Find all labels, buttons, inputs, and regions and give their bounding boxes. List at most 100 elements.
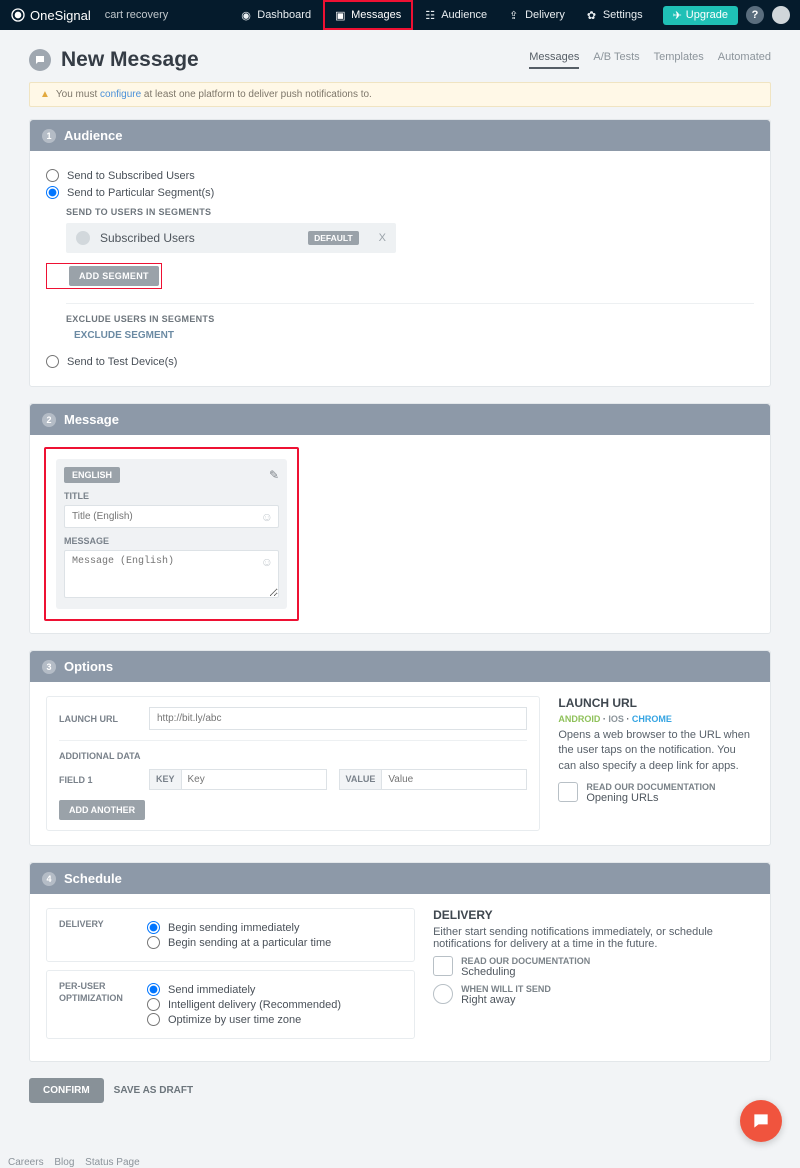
value-input[interactable] (382, 770, 526, 789)
key-input-group: KEY (149, 769, 327, 790)
confirm-button[interactable]: CONFIRM (29, 1078, 104, 1103)
nav-delivery[interactable]: ⇪Delivery (499, 0, 575, 30)
help-title: LAUNCH URL (558, 696, 754, 710)
doc-link-opening-urls[interactable]: Opening URLs (586, 792, 715, 804)
options-help: LAUNCH URL ANDROID · IOS · CHROME Opens … (558, 696, 754, 831)
segment-icon (76, 231, 90, 245)
per-user-label: PER-USER OPTIMIZATION (59, 981, 131, 1028)
subnav-tabs: Messages A/B Tests Templates Automated (529, 51, 771, 69)
document-icon (558, 782, 578, 802)
step-number: 4 (42, 872, 56, 886)
configure-link[interactable]: configure (100, 89, 141, 100)
doc-link-scheduling[interactable]: Scheduling (461, 966, 590, 978)
topbar: OneSignal cart recovery ◉Dashboard ▣Mess… (0, 0, 800, 30)
send-segments-label: SEND TO USERS IN SEGMENTS (66, 207, 754, 217)
launch-url-input[interactable] (149, 707, 527, 730)
options-form: LAUNCH URL ADDITIONAL DATA FIELD 1 KEY (46, 696, 540, 831)
brand-name: OneSignal (30, 8, 91, 23)
field-1-label: FIELD 1 (59, 775, 137, 785)
config-warning-alert: ▲ You must configure at least one platfo… (29, 82, 771, 107)
clock-icon (433, 984, 453, 1004)
add-another-button[interactable]: ADD ANOTHER (59, 800, 145, 820)
tab-automated[interactable]: Automated (718, 51, 771, 69)
title-input[interactable] (64, 505, 279, 528)
rocket-icon: ✈ (673, 9, 682, 22)
per-user-box: PER-USER OPTIMIZATION Send immediately I… (46, 970, 415, 1039)
options-panel: 3 Options LAUNCH URL ADDITIONAL DATA FIE… (29, 650, 771, 846)
step-number: 2 (42, 413, 56, 427)
language-badge[interactable]: ENGLISH (64, 467, 120, 483)
onesignal-icon (10, 7, 26, 23)
nav-messages[interactable]: ▣Messages (323, 0, 413, 30)
radio-subscribed-users[interactable]: Send to Subscribed Users (46, 169, 754, 182)
when-will-send-value: Right away (461, 994, 551, 1006)
chart-icon: ⇪ (509, 9, 521, 21)
document-icon (433, 956, 453, 976)
audience-panel: 1 Audience Send to Subscribed Users Send… (29, 119, 771, 387)
help-title: DELIVERY (433, 908, 754, 922)
nav-audience[interactable]: ☷Audience (415, 0, 497, 30)
schedule-panel: 4 Schedule DELIVERY Begin sending immedi… (29, 862, 771, 1062)
message-bubble-icon (29, 49, 51, 71)
message-label: MESSAGE (64, 536, 279, 546)
delivery-label: DELIVERY (59, 919, 131, 951)
radio-send-particular-time[interactable]: Begin sending at a particular time (147, 936, 402, 949)
exclude-segment-link[interactable]: EXCLUDE SEGMENT (74, 330, 754, 341)
emoji-icon[interactable]: ☺ (261, 510, 273, 524)
radio-send-immediately[interactable]: Begin sending immediately (147, 921, 402, 934)
page-header: New Message Messages A/B Tests Templates… (29, 40, 771, 82)
footer-status[interactable]: Status Page (85, 1157, 139, 1168)
key-input[interactable] (182, 770, 326, 789)
brand-logo[interactable]: OneSignal (10, 7, 91, 23)
radio-test-devices[interactable]: Send to Test Device(s) (46, 355, 754, 368)
user-avatar[interactable] (772, 6, 790, 24)
message-editor: ENGLISH ✎ TITLE ☺ MESSAGE ☺ (56, 459, 287, 609)
emoji-icon[interactable]: ☺ (261, 555, 273, 569)
edit-language-button[interactable]: ✎ (269, 468, 279, 482)
radio-intelligent-delivery[interactable]: Intelligent delivery (Recommended) (147, 998, 402, 1011)
upgrade-button[interactable]: ✈Upgrade (663, 6, 738, 25)
radio-per-user-immediate[interactable]: Send immediately (147, 983, 402, 996)
gauge-icon: ◉ (241, 9, 253, 21)
tab-ab-tests[interactable]: A/B Tests (593, 51, 639, 69)
nav-settings[interactable]: ✿Settings (577, 0, 653, 30)
action-buttons: CONFIRM SAVE AS DRAFT (29, 1078, 771, 1103)
segment-name: Subscribed Users (100, 231, 195, 245)
tab-messages[interactable]: Messages (529, 51, 579, 69)
add-segment-button[interactable]: ADD SEGMENT (69, 266, 159, 286)
default-badge: DEFAULT (308, 231, 359, 245)
page-title: New Message (61, 48, 199, 72)
main-nav: ◉Dashboard ▣Messages ☷Audience ⇪Delivery… (231, 0, 790, 30)
page-container: New Message Messages A/B Tests Templates… (29, 30, 771, 1157)
footer-blog[interactable]: Blog (54, 1157, 74, 1168)
intercom-icon (751, 1111, 771, 1131)
value-input-group: VALUE (339, 769, 528, 790)
footer-careers[interactable]: Careers (8, 1157, 44, 1168)
tab-templates[interactable]: Templates (654, 51, 704, 69)
divider (66, 303, 754, 304)
footer: Careers Blog Status Page (0, 1157, 800, 1168)
nav-dashboard[interactable]: ◉Dashboard (231, 0, 321, 30)
help-button[interactable]: ? (746, 6, 764, 24)
people-icon: ☷ (425, 9, 437, 21)
warning-icon: ▲ (40, 89, 50, 100)
step-number: 1 (42, 129, 56, 143)
title-label: TITLE (64, 491, 279, 501)
launch-url-label: LAUNCH URL (59, 714, 137, 724)
audience-panel-header: 1 Audience (30, 120, 770, 151)
radio-user-timezone[interactable]: Optimize by user time zone (147, 1013, 402, 1026)
remove-segment-button[interactable]: X (379, 232, 386, 244)
message-textarea[interactable] (64, 550, 279, 598)
message-panel-header: 2 Message (30, 404, 770, 435)
gear-icon: ✿ (587, 9, 599, 21)
app-name[interactable]: cart recovery (105, 9, 169, 21)
radio-particular-segments[interactable]: Send to Particular Segment(s) (46, 186, 754, 199)
additional-data-label: ADDITIONAL DATA (59, 751, 527, 761)
exclude-segments-label: EXCLUDE USERS IN SEGMENTS (66, 314, 754, 324)
save-draft-button[interactable]: SAVE AS DRAFT (114, 1078, 193, 1103)
intercom-launcher[interactable] (740, 1100, 782, 1142)
delivery-box: DELIVERY Begin sending immediately Begin… (46, 908, 415, 962)
chat-icon: ▣ (335, 9, 347, 21)
message-editor-highlight: ENGLISH ✎ TITLE ☺ MESSAGE ☺ (44, 447, 299, 621)
message-panel: 2 Message ENGLISH ✎ TITLE ☺ MESSAGE (29, 403, 771, 634)
